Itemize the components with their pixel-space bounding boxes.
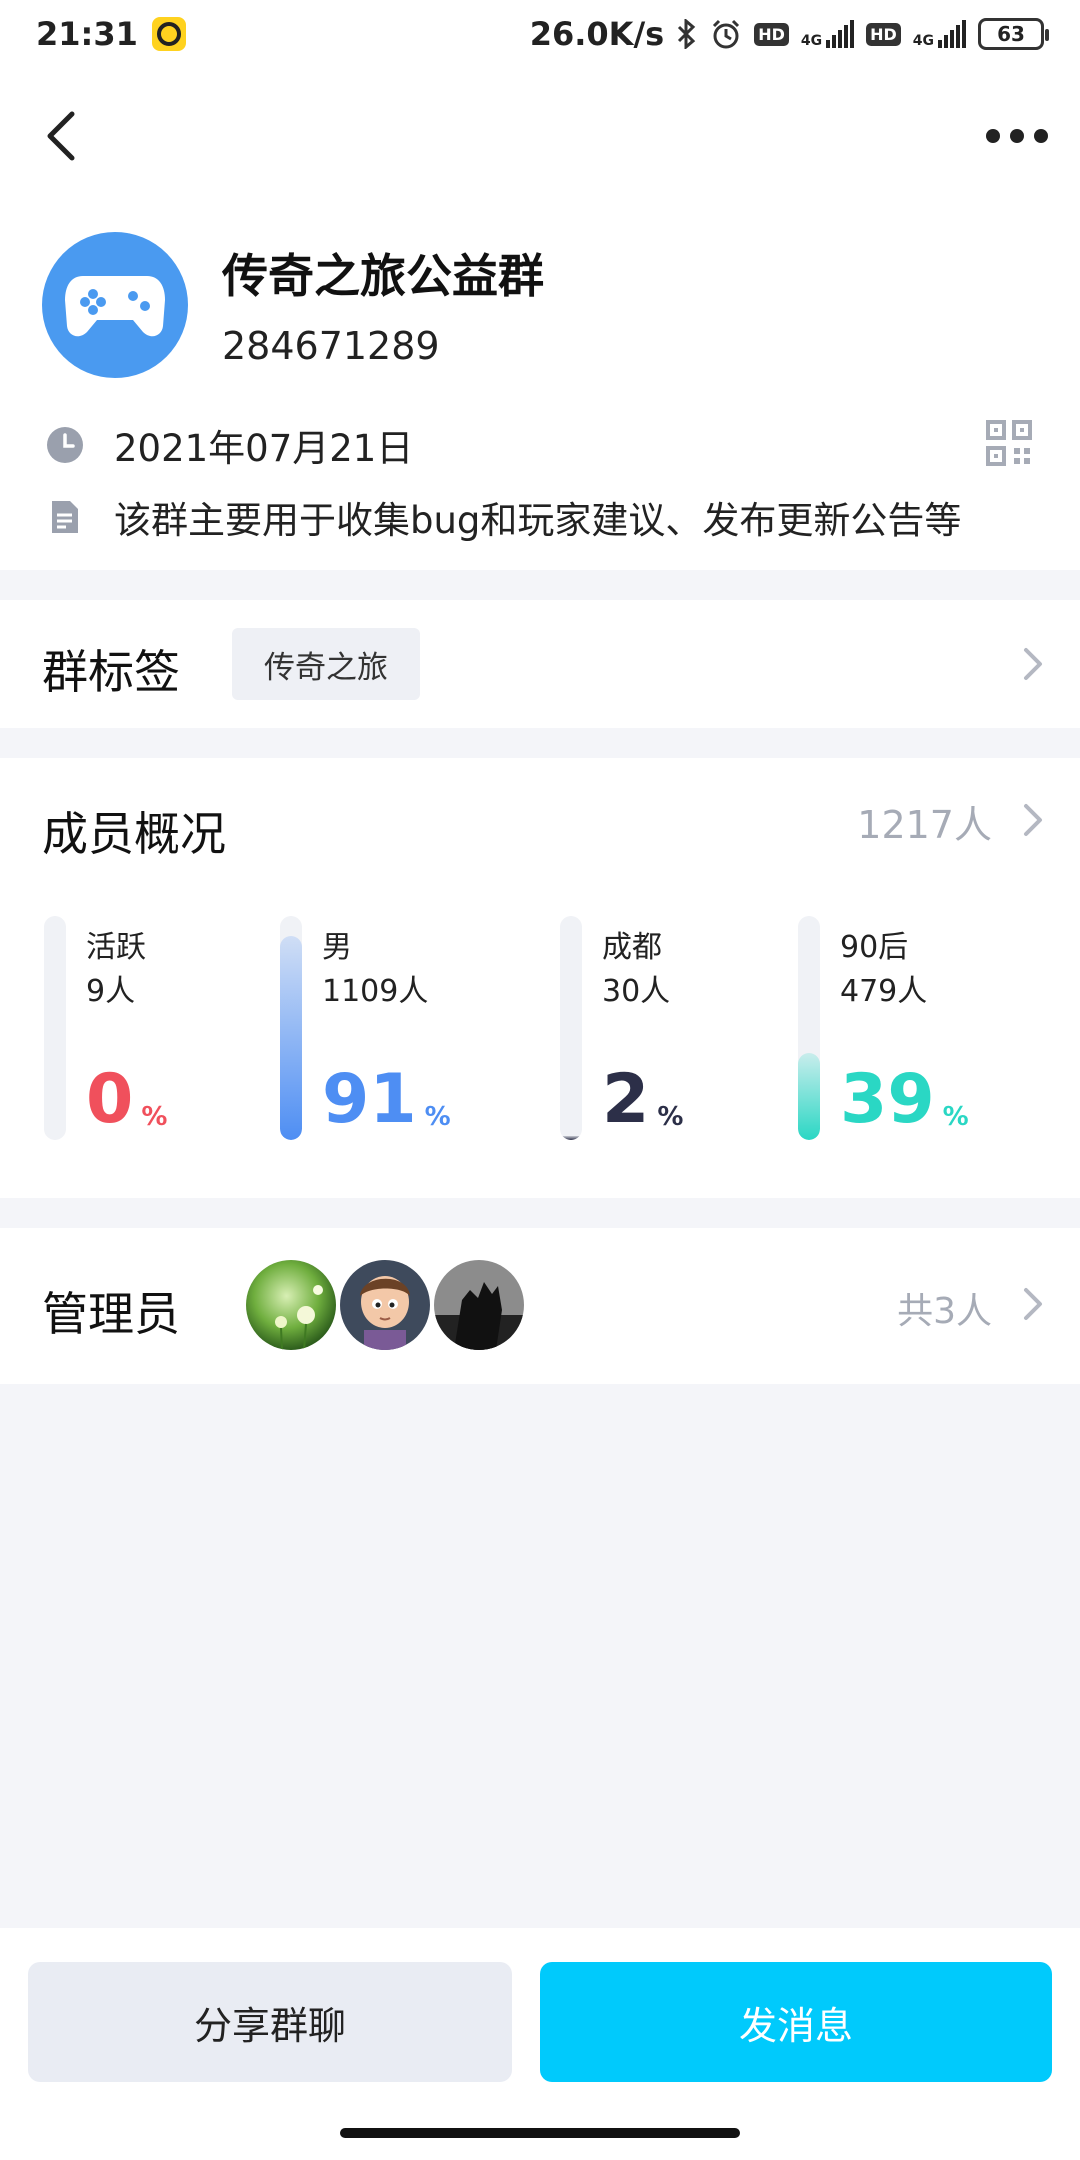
chevron-right-icon	[1024, 1288, 1042, 1320]
more-button[interactable]	[982, 124, 1052, 148]
created-date: 2021年07月21日	[114, 427, 414, 470]
member-overview-card[interactable]: 成员概况 1217人 活跃 9人 0% 男 1109人 91% 成都 30人 2…	[0, 758, 1080, 1198]
stat-percent: 2%	[602, 1066, 683, 1134]
more-dot	[1010, 129, 1024, 143]
status-bar: 21:31 26.0K/s HD 4G HD 4G 63	[0, 0, 1080, 68]
stat-bar-fill	[280, 936, 302, 1140]
chevron-right-icon	[1024, 804, 1042, 836]
alarm-icon	[713, 19, 740, 49]
clock-icon	[46, 426, 84, 464]
admin-avatar[interactable]	[434, 1260, 524, 1350]
members-title: 成员概况	[42, 807, 226, 861]
bottom-action-bar: 分享群聊 发消息	[0, 1928, 1080, 2160]
stat-percent-value: 2	[602, 1060, 650, 1139]
home-indicator[interactable]	[340, 2128, 740, 2138]
stat-percent-unit: %	[942, 1102, 969, 1132]
tag-chip: 传奇之旅	[232, 628, 420, 700]
description-row: 该群主要用于收集bug和玩家建议、发布更新公告等	[46, 490, 961, 544]
admin-total: 共3人	[897, 1291, 992, 1332]
stat-male: 男 1109人 91%	[280, 916, 510, 1146]
stat-age: 90后 479人 39%	[798, 916, 1028, 1146]
group-info-section: 传奇之旅公益群 284671289 2021年07月21日 该群主要用于收集bu…	[0, 68, 1080, 570]
cartoon-boy-photo	[340, 1260, 430, 1350]
stat-bar-track	[798, 916, 820, 1140]
send-message-button[interactable]: 发消息	[540, 1962, 1052, 2082]
stat-percent-value: 39	[840, 1060, 935, 1139]
gamepad-icon	[65, 276, 165, 337]
group-id[interactable]: 284671289	[222, 324, 440, 368]
stat-bar-fill	[798, 1052, 820, 1140]
stat-count: 1109人	[322, 974, 429, 1009]
member-count: 1217人	[857, 803, 992, 847]
dandelion-photo	[246, 1260, 336, 1350]
share-group-button[interactable]: 分享群聊	[28, 1962, 512, 2082]
more-dot	[986, 129, 1000, 143]
stat-bar-track	[560, 916, 582, 1140]
stat-percent-value: 91	[322, 1060, 417, 1139]
back-arrow-icon	[47, 111, 75, 161]
stat-count: 30人	[602, 974, 671, 1009]
group-avatar[interactable]	[42, 232, 188, 378]
group-description: 该群主要用于收集bug和玩家建议、发布更新公告等	[114, 499, 962, 542]
battery-icon: 63	[978, 18, 1049, 50]
created-date-row: 2021年07月21日	[46, 418, 413, 472]
document-icon	[46, 498, 84, 536]
net-speed: 26.0K/s	[529, 15, 665, 53]
stat-percent: 91%	[322, 1066, 451, 1134]
stat-percent-value: 0	[86, 1060, 134, 1139]
status-right: 26.0K/s HD 4G HD 4G 63	[529, 15, 1049, 53]
admins-row[interactable]: 管理员 共3人	[0, 1228, 1080, 1384]
stat-percent: 39%	[840, 1066, 969, 1134]
stat-label: 成都	[602, 930, 662, 965]
stat-bar-track	[44, 916, 66, 1140]
battery-level: 63	[997, 22, 1025, 46]
tags-title: 群标签	[42, 645, 180, 699]
stat-bar-fill	[560, 1135, 582, 1140]
signal-icon: 4G	[801, 20, 855, 48]
stat-location: 成都 30人 2%	[560, 916, 790, 1146]
back-button[interactable]	[40, 104, 88, 168]
hd-badge-2: HD	[866, 22, 901, 46]
status-time: 21:31	[36, 15, 138, 53]
silhouette-photo	[434, 1260, 524, 1350]
more-dot	[1034, 129, 1048, 143]
admins-title: 管理员	[42, 1287, 180, 1341]
stat-count: 9人	[86, 974, 136, 1009]
hd-badge: HD	[754, 22, 789, 46]
group-name: 传奇之旅公益群	[222, 249, 544, 303]
admin-avatar[interactable]	[340, 1260, 430, 1350]
stat-label: 活跃	[86, 930, 146, 965]
stat-label: 90后	[840, 930, 909, 965]
stat-count: 479人	[840, 974, 928, 1009]
stat-label: 男	[322, 930, 352, 965]
stat-bar-track	[280, 916, 302, 1140]
signal-icon-2: 4G	[913, 20, 966, 48]
qr-code-icon	[986, 420, 1032, 466]
stat-percent-unit: %	[657, 1102, 684, 1132]
group-tags-row[interactable]: 群标签 传奇之旅	[0, 600, 1080, 728]
qr-code-button[interactable]	[986, 420, 1032, 466]
admin-avatar[interactable]	[246, 1260, 336, 1350]
stat-percent-unit: %	[424, 1102, 451, 1132]
chevron-right-icon	[1024, 648, 1042, 680]
stat-percent: 0%	[86, 1066, 167, 1134]
bluetooth-icon	[678, 19, 696, 49]
stat-active: 活跃 9人 0%	[44, 916, 274, 1146]
notification-app-icon	[151, 17, 186, 51]
stat-percent-unit: %	[141, 1102, 168, 1132]
